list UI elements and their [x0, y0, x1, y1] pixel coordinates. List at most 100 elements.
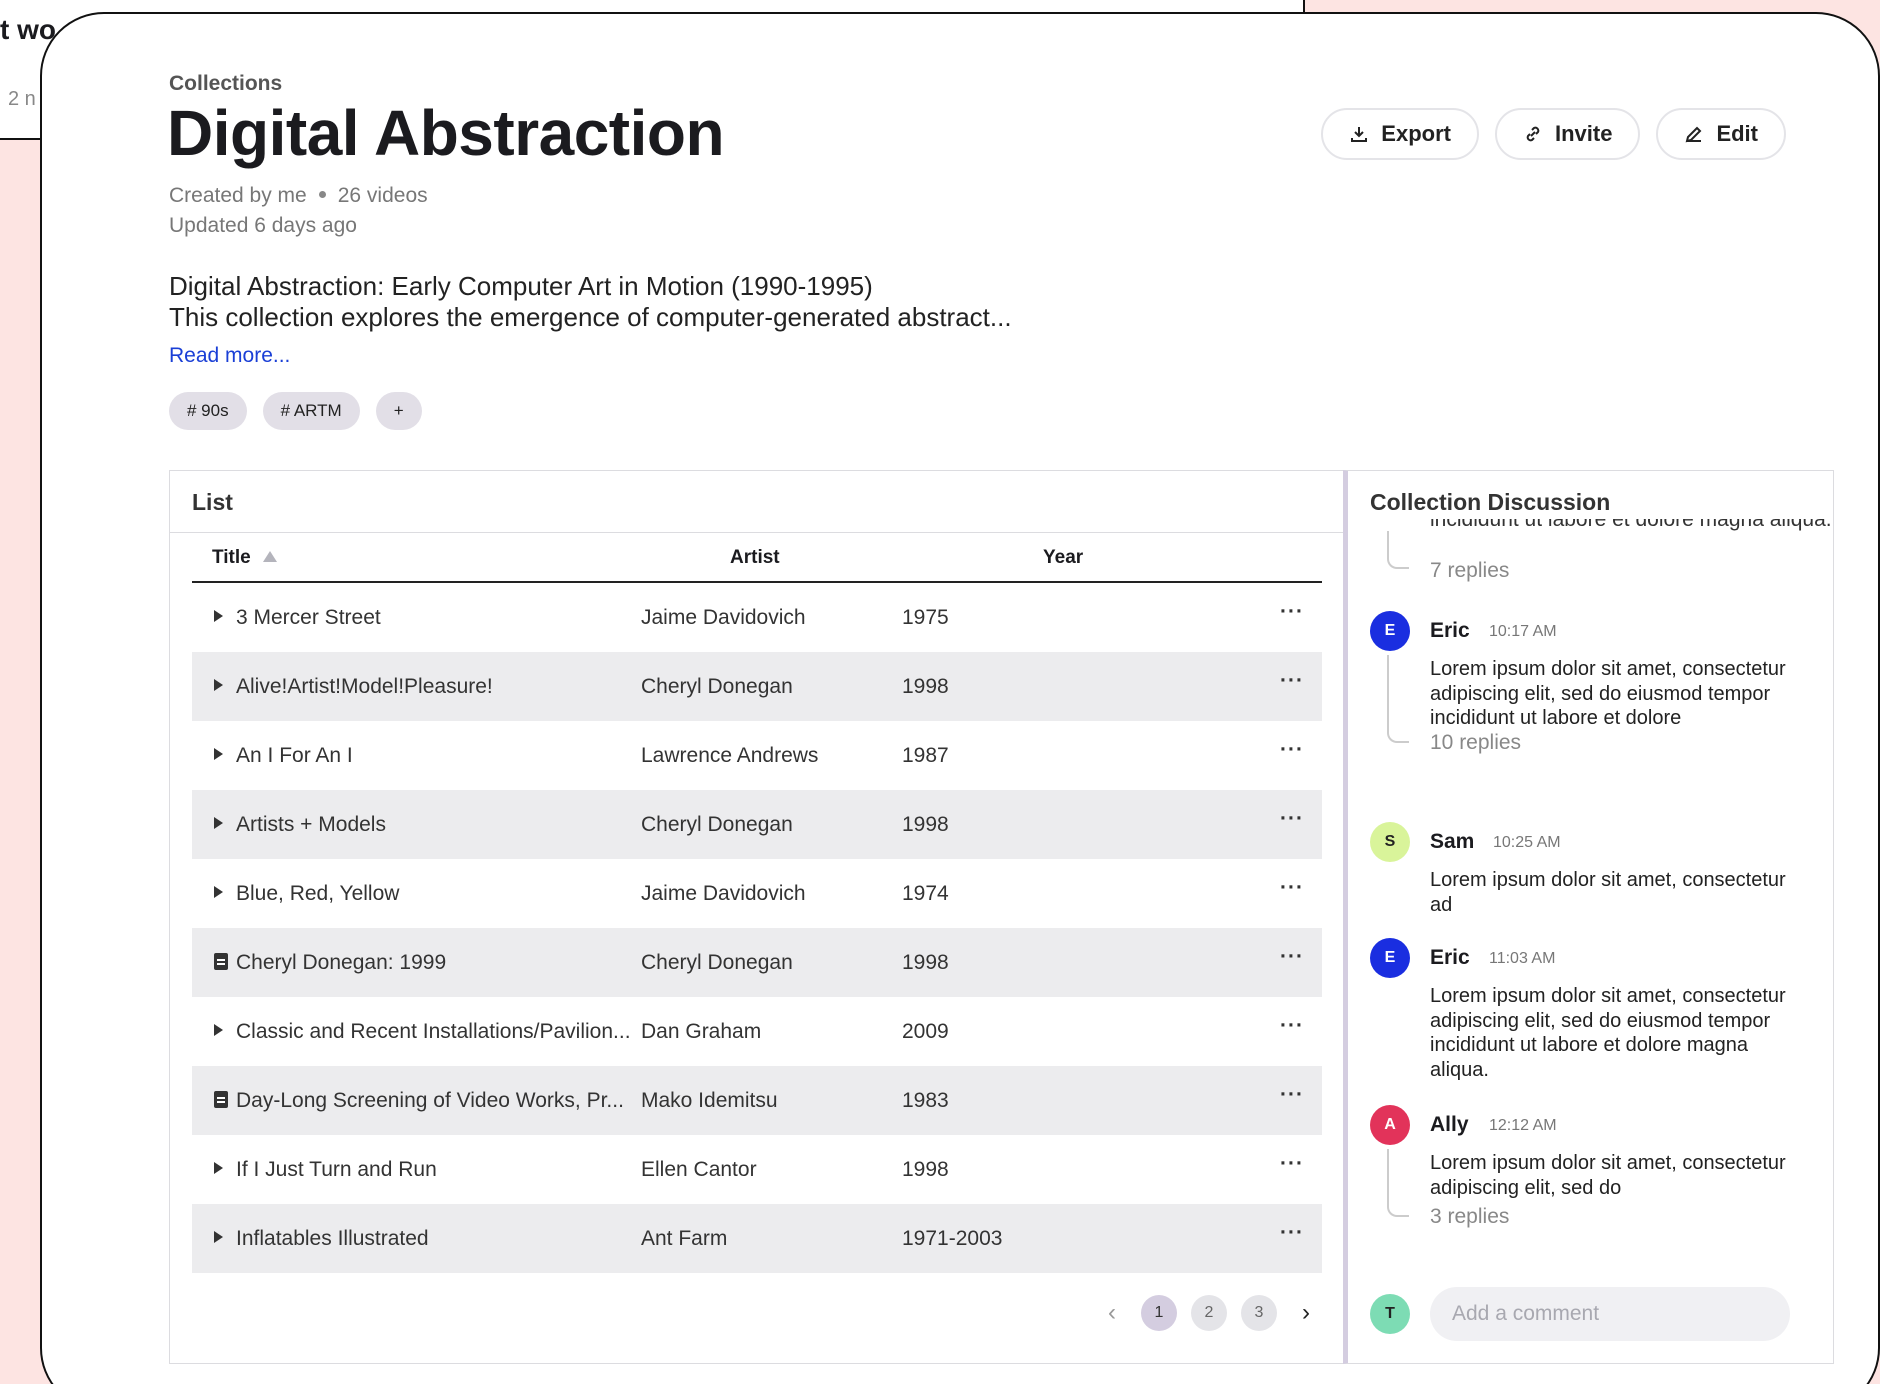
avatar: A — [1370, 1105, 1410, 1145]
comment-author: Sam — [1430, 830, 1475, 853]
more-options-icon[interactable]: ··· — [1280, 600, 1304, 624]
row-artist: Jaime Davidovich — [641, 882, 806, 905]
more-options-icon[interactable]: ··· — [1280, 807, 1304, 831]
comment-author: Eric — [1430, 619, 1470, 642]
comment-author: Ally — [1430, 1113, 1469, 1136]
document-icon — [214, 1091, 228, 1110]
comment-body: Lorem ipsum dolor sit amet, consectetur … — [1430, 658, 1786, 729]
play-icon[interactable] — [214, 1024, 223, 1036]
row-year: 1971-2003 — [902, 1227, 1003, 1250]
more-options-icon[interactable]: ··· — [1280, 1152, 1304, 1176]
page-3-button[interactable]: 3 — [1241, 1295, 1277, 1331]
background-text: t wo — [0, 14, 56, 45]
play-icon[interactable] — [214, 679, 223, 691]
play-icon[interactable] — [214, 817, 223, 829]
table-row[interactable]: Cheryl Donegan: 1999 Cheryl Donegan 1998 ··… — [192, 928, 1322, 997]
table-body: 3 Mercer Street Jaime Davidovich 1975 ··· Al… — [192, 583, 1322, 1273]
more-options-icon[interactable]: ··· — [1280, 945, 1304, 969]
more-options-icon[interactable]: ··· — [1280, 876, 1304, 900]
table-row[interactable]: Day-Long Screening of Video Works, Pr...… — [192, 1066, 1322, 1135]
table-row[interactable]: 3 Mercer Street Jaime Davidovich 1975 ··· — [192, 583, 1322, 652]
table-row[interactable]: Inflatables Illustrated Ant Farm 1971-2003… — [192, 1204, 1322, 1273]
year-column-header[interactable]: Year — [1043, 547, 1083, 569]
more-options-icon[interactable]: ··· — [1280, 1083, 1304, 1107]
replies-link[interactable]: 10 replies — [1430, 731, 1521, 755]
table-row[interactable]: Blue, Red, Yellow Jaime Davidovich 1974 ··· — [192, 859, 1322, 928]
row-artist: Mako Idemitsu — [641, 1089, 778, 1112]
row-year: 1998 — [902, 951, 949, 974]
more-options-icon[interactable]: ··· — [1280, 1014, 1304, 1038]
created-by: Created by me — [169, 184, 307, 207]
previous-page-icon[interactable]: ‹ — [1097, 1299, 1127, 1327]
table-row[interactable]: Artists + Models Cheryl Donegan 1998 ··· — [192, 790, 1322, 859]
row-title: If I Just Turn and Run — [236, 1158, 437, 1181]
breadcrumb[interactable]: Collections — [169, 72, 282, 96]
table-row[interactable]: If I Just Turn and Run Ellen Cantor 1998 ··… — [192, 1135, 1322, 1204]
row-artist: Cheryl Donegan — [641, 675, 793, 698]
table-row[interactable]: An I For An I Lawrence Andrews 1987 ··· — [192, 721, 1322, 790]
row-artist: Jaime Davidovich — [641, 606, 806, 629]
thread-line — [1387, 1149, 1409, 1217]
comment-time: 12:12 AM — [1489, 1117, 1557, 1134]
artist-column-header[interactable]: Artist — [730, 547, 780, 569]
more-options-icon[interactable]: ··· — [1280, 738, 1304, 762]
tag-artm[interactable]: # ARTM — [262, 392, 360, 430]
sort-ascending-icon[interactable] — [262, 551, 277, 562]
row-artist: Ant Farm — [641, 1227, 728, 1250]
background-subtext: 2 n — [8, 88, 36, 110]
row-artist: Lawrence Andrews — [641, 744, 819, 767]
page-title: Digital Abstraction — [167, 97, 725, 169]
row-artist: Ellen Cantor — [641, 1158, 757, 1181]
row-title: An I For An I — [236, 744, 353, 767]
page-1-button[interactable]: 1 — [1141, 1295, 1177, 1331]
play-icon[interactable] — [214, 748, 223, 760]
tag-list: # 90s # ARTM + — [169, 392, 422, 430]
play-icon[interactable] — [214, 886, 223, 898]
collection-meta: Created by me 26 videos — [169, 184, 428, 208]
replies-link[interactable]: 3 replies — [1430, 1205, 1509, 1229]
page-2-button[interactable]: 2 — [1191, 1295, 1227, 1331]
title-column-label: Title — [212, 547, 251, 568]
video-count: 26 videos — [337, 184, 428, 207]
comment-input[interactable] — [1430, 1287, 1790, 1341]
more-options-icon[interactable]: ··· — [1280, 669, 1304, 693]
edit-button[interactable]: Edit — [1656, 108, 1786, 160]
invite-button[interactable]: Invite — [1494, 108, 1641, 160]
list-panel: List Title Artist Year 3 Mercer Street Ja… — [169, 470, 1343, 1364]
separator-dot — [318, 191, 326, 199]
row-title: Artists + Models — [236, 813, 386, 836]
link-icon — [1526, 126, 1540, 142]
title-column-header[interactable]: Title — [212, 547, 277, 569]
play-icon[interactable] — [214, 610, 223, 622]
comment-time: 10:17 AM — [1489, 623, 1557, 640]
discussion-panel[interactable]: Collection Discussion incididunt ut labo… — [1343, 470, 1834, 1364]
row-title: 3 Mercer Street — [236, 606, 381, 629]
row-title: Day-Long Screening of Video Works, Pr... — [236, 1089, 624, 1112]
comment-time: 11:03 AM — [1489, 950, 1556, 967]
row-year: 2009 — [902, 1020, 949, 1043]
row-year: 1998 — [902, 1158, 949, 1181]
export-button[interactable]: Export — [1321, 108, 1479, 160]
comment-body: Lorem ipsum dolor sit amet, consectetur … — [1430, 1152, 1786, 1199]
thread-line — [1387, 655, 1409, 743]
avatar: S — [1370, 822, 1410, 862]
description-body: This collection explores the emergence o… — [169, 302, 1012, 332]
row-year: 1987 — [902, 744, 949, 767]
tag-90s[interactable]: # 90s — [169, 392, 247, 430]
avatar: E — [1370, 611, 1410, 651]
comment-body: Lorem ipsum dolor sit amet, consectetur … — [1430, 985, 1786, 1081]
replies-link[interactable]: 7 replies — [1430, 559, 1509, 583]
row-year: 1983 — [902, 1089, 949, 1112]
table-row[interactable]: Alive!Artist!Model!Pleasure! Cheryl Doneg… — [192, 652, 1322, 721]
pagination: ‹ 1 2 3 › — [1097, 1295, 1321, 1331]
add-tag-button[interactable]: + — [375, 392, 422, 430]
read-more-link[interactable]: Read more... — [169, 344, 290, 368]
comment-time: 10:25 AM — [1493, 834, 1561, 851]
next-page-icon[interactable]: › — [1291, 1299, 1321, 1327]
more-options-icon[interactable]: ··· — [1280, 1221, 1304, 1245]
play-icon[interactable] — [214, 1231, 223, 1243]
table-row[interactable]: Classic and Recent Installations/Pavilio… — [192, 997, 1322, 1066]
play-icon[interactable] — [214, 1162, 223, 1174]
document-icon — [214, 953, 228, 972]
row-title: Alive!Artist!Model!Pleasure! — [236, 675, 493, 698]
